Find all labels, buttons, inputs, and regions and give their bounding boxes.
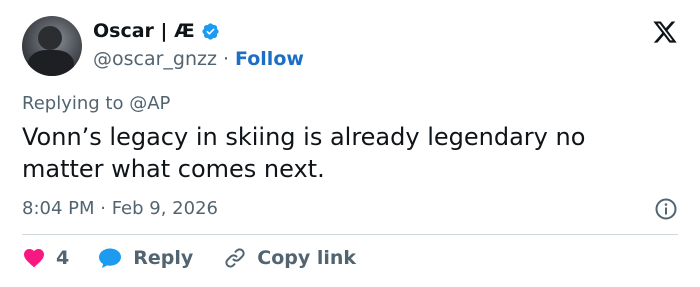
verified-badge-icon	[202, 22, 219, 40]
author-name[interactable]: Oscar | Æ	[93, 20, 195, 42]
replying-to[interactable]: Replying to @AP	[22, 93, 170, 114]
x-logo-icon[interactable]	[652, 19, 678, 45]
tweet-text: Vonn’s legacy in skiing is already legen…	[22, 123, 586, 183]
avatar[interactable]	[22, 16, 82, 76]
speech-bubble-icon	[99, 248, 122, 268]
tweet-card: Oscar | Æ @oscar_gnzz · Follow Replying …	[0, 0, 700, 287]
like-count: 4	[56, 247, 70, 269]
action-bar: 4 Reply Copy link	[22, 246, 356, 270]
link-icon	[225, 248, 245, 268]
heart-icon	[24, 249, 44, 268]
tweet-header: Oscar | Æ @oscar_gnzz · Follow	[22, 15, 678, 77]
info-icon[interactable]	[654, 197, 678, 221]
tweet-timestamp[interactable]: 8:04 PM · Feb 9, 2026	[22, 198, 218, 219]
reply-label: Reply	[133, 247, 194, 269]
handle-row: @oscar_gnzz · Follow	[93, 48, 304, 70]
reply-button[interactable]: Reply	[97, 246, 223, 270]
separator-dot: ·	[222, 48, 230, 70]
like-button[interactable]: 4	[22, 246, 97, 270]
divider	[22, 234, 678, 235]
author-handle[interactable]: @oscar_gnzz	[93, 48, 217, 70]
copy-link-button[interactable]: Copy link	[223, 246, 356, 270]
copy-link-label: Copy link	[257, 247, 357, 269]
follow-button[interactable]: Follow	[235, 48, 304, 70]
author-name-row: Oscar | Æ	[93, 20, 220, 42]
